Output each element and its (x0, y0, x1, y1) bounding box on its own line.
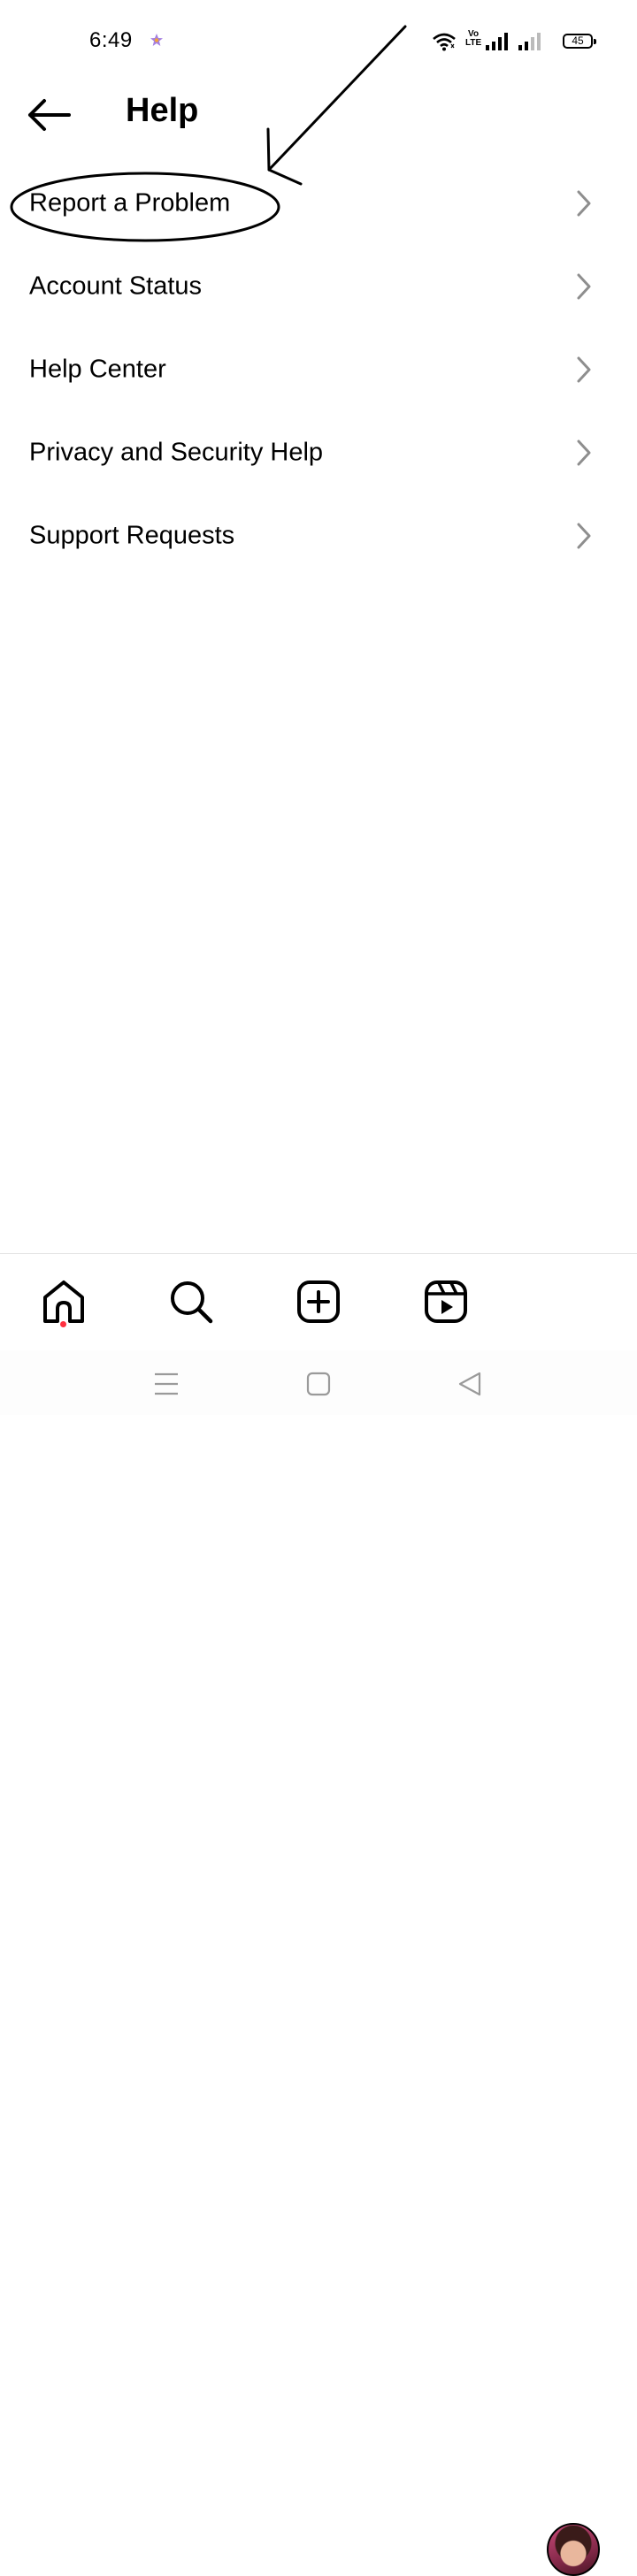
chevron-right-icon (577, 273, 591, 300)
reels-icon (425, 1280, 467, 1323)
wifi-icon (433, 33, 456, 51)
menu-item-privacy-and-security-help[interactable]: Privacy and Security Help (0, 411, 637, 494)
menu-item-label: Help Center (29, 355, 166, 384)
menu-item-label: Privacy and Security Help (29, 438, 324, 467)
menu-item-label: Support Requests (29, 521, 235, 550)
create-icon (297, 1280, 340, 1323)
menu-item-report-a-problem[interactable]: Report a Problem (0, 162, 637, 245)
chevron-right-icon (577, 190, 591, 217)
back-triangle-icon[interactable] (453, 1366, 488, 1402)
nav-home-button[interactable] (37, 1275, 90, 1328)
chevron-right-icon (577, 356, 591, 383)
home-square-icon[interactable] (301, 1366, 336, 1402)
volte-icon: Vo LTE (465, 29, 482, 48)
status-bar: 6:49 Vo LTE 45 (0, 0, 637, 84)
signal-icon (486, 33, 508, 50)
star-notification-icon (150, 34, 163, 46)
help-menu: Report a Problem Account Status Help Cen… (0, 162, 637, 577)
status-time: 6:49 (89, 28, 133, 52)
nav-create-button[interactable] (292, 1275, 345, 1328)
home-icon (43, 1280, 84, 1323)
menu-item-support-requests[interactable]: Support Requests (0, 494, 637, 577)
nav-search-button[interactable] (165, 1275, 218, 1328)
menu-item-label: Account Status (29, 271, 203, 301)
chevron-right-icon (577, 523, 591, 549)
nav-reels-button[interactable] (419, 1275, 472, 1328)
chevron-right-icon (577, 440, 591, 466)
home-notification-dot (60, 1321, 66, 1327)
page-title: Help (126, 92, 199, 129)
signal-icon (518, 33, 541, 50)
menu-item-label: Report a Problem (29, 188, 231, 218)
back-button[interactable] (25, 96, 73, 134)
menu-icon[interactable] (149, 1366, 184, 1402)
search-icon (171, 1281, 213, 1324)
menu-item-help-center[interactable]: Help Center (0, 328, 637, 411)
menu-item-account-status[interactable]: Account Status (0, 245, 637, 328)
system-nav-bar (0, 1350, 637, 1415)
arrow-left-icon (28, 99, 71, 131)
bottom-nav (0, 1253, 637, 2576)
battery-icon: 45 (563, 34, 596, 49)
profile-avatar[interactable] (547, 2523, 600, 2576)
